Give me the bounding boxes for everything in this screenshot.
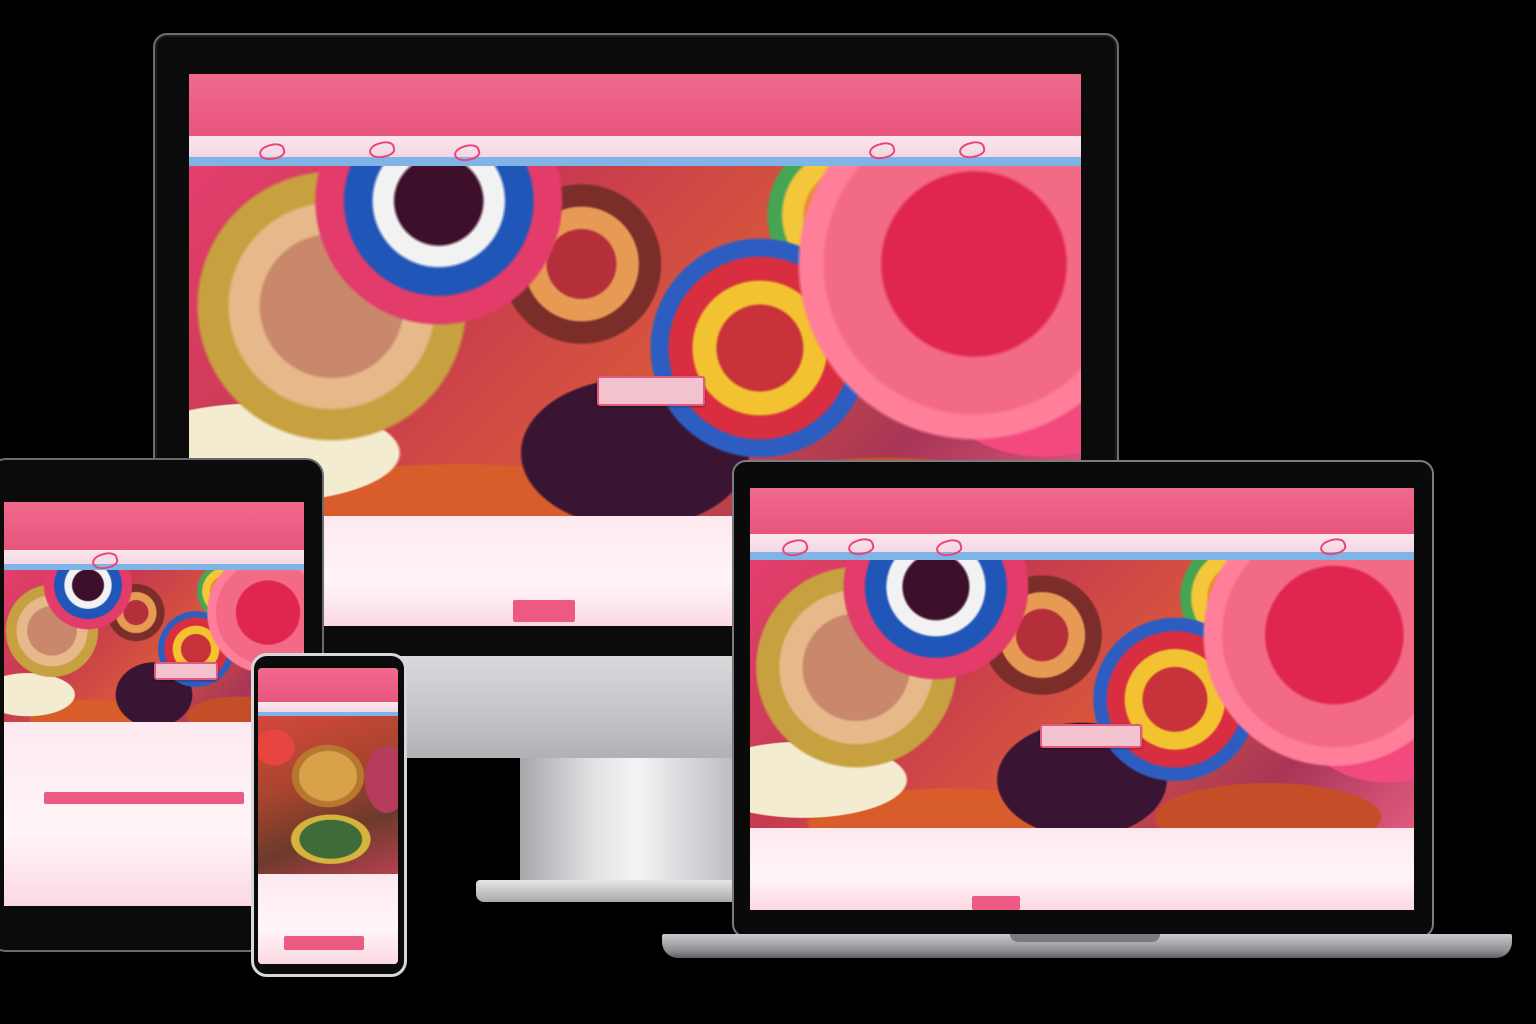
phone-screen — [258, 668, 398, 964]
laptop-lower-section — [750, 828, 1414, 910]
doodle-icon — [934, 536, 964, 560]
phone-hero-artwork — [258, 716, 398, 874]
monitor-stand-neck — [520, 758, 734, 886]
desktop-doodle-strip — [189, 136, 1081, 166]
doodle-icon — [1318, 535, 1348, 559]
phone-navbar — [258, 668, 398, 702]
laptop-hero-artwork — [750, 560, 1414, 828]
monitor-stand-foot — [476, 880, 776, 902]
doodle-icon — [867, 139, 897, 163]
tablet-section-button[interactable] — [44, 792, 244, 804]
tablet-doodle-strip — [4, 549, 304, 573]
doodle-icon — [257, 140, 287, 164]
doodle-icon — [846, 535, 876, 559]
laptop-screen — [750, 488, 1414, 910]
device-mockup-scene: { "site": { "brand": "", "nav_center": "… — [0, 0, 1536, 1024]
desktop-hero-button[interactable] — [597, 376, 705, 406]
phone-doodle-strip — [258, 702, 398, 716]
doodle-icon — [90, 549, 120, 573]
phone-section-button[interactable] — [284, 936, 364, 950]
phone-lower-section — [258, 874, 398, 964]
doodle-icon — [957, 138, 987, 162]
laptop-navbar — [750, 488, 1414, 534]
doodle-icon — [780, 536, 810, 560]
desktop-section-button[interactable] — [513, 600, 575, 622]
laptop-notch — [1010, 934, 1160, 942]
laptop-hero-button[interactable] — [1040, 724, 1142, 748]
desktop-navbar — [189, 74, 1081, 136]
tablet-hero-button[interactable] — [154, 662, 218, 680]
tablet-navbar — [4, 502, 304, 550]
laptop-section-button[interactable] — [972, 896, 1020, 910]
laptop-doodle-strip — [750, 534, 1414, 560]
doodle-icon — [452, 141, 482, 165]
doodle-icon — [367, 138, 397, 162]
